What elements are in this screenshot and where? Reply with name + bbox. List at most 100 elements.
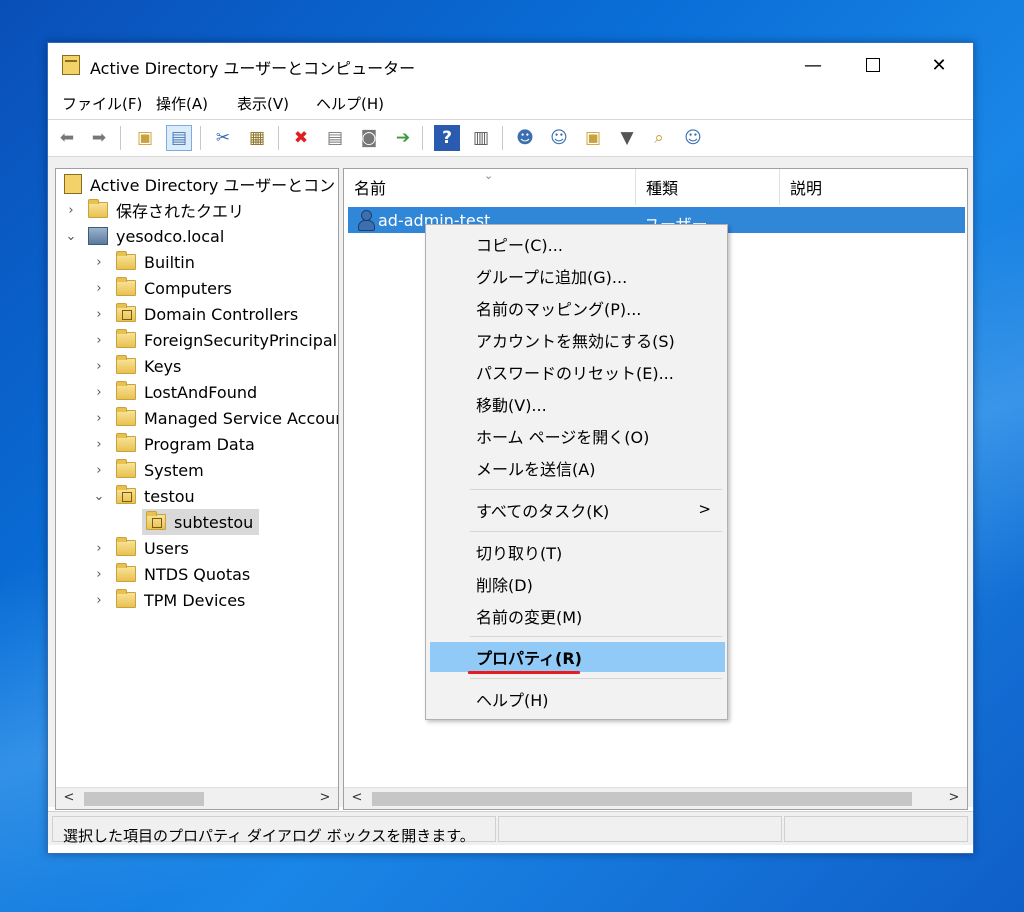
tree-item-lost-and-found[interactable]: › LostAndFound [92,379,257,405]
tree-horizontal-scrollbar[interactable]: < > [56,787,338,809]
tree-item-domain-controllers[interactable]: › Domain Controllers [92,301,298,327]
help-icon[interactable]: ? [434,125,460,151]
tree-label: Program Data [144,434,255,454]
menu-file[interactable]: ファイル(F) [62,93,142,114]
folder-icon [116,459,136,478]
menu-item-add-to-group[interactable]: グループに追加(G)... [430,261,725,291]
chevron-right-icon[interactable]: › [92,255,106,270]
menu-item-move[interactable]: 移動(V)... [430,389,725,419]
tree-item-builtin[interactable]: › Builtin [92,249,195,275]
copy-icon[interactable]: ▦ [244,125,270,151]
chevron-right-icon[interactable]: › [92,333,106,348]
tree-label: ForeignSecurityPrincipals [144,330,339,350]
menu-item-delete[interactable]: 削除(D) [430,569,725,599]
tree-item-tpm-devices[interactable]: › TPM Devices [92,587,245,613]
scroll-thumb[interactable] [372,792,912,806]
back-icon[interactable]: ⬅ [54,125,80,151]
scroll-thumb[interactable] [84,792,204,806]
tree-saved-queries[interactable]: › 保存されたクエリ [64,197,244,223]
tree-item-keys[interactable]: › Keys [92,353,181,379]
delete-icon[interactable]: ✖ [288,125,314,151]
tree-item-ntds-quotas[interactable]: › NTDS Quotas [92,561,250,587]
folder-icon [116,433,136,452]
menu-item-disable-account[interactable]: アカウントを無効にする(S) [430,325,725,355]
tree-label: Domain Controllers [144,304,299,324]
show-tree-icon[interactable]: ▤ [166,125,192,151]
column-header-type[interactable]: 種類 [636,169,780,205]
menu-item-cut[interactable]: 切り取り(T) [430,537,725,567]
new-user-icon[interactable]: ☻ [512,125,538,151]
chevron-right-icon[interactable]: › [64,203,78,218]
tree-item-system[interactable]: › System [92,457,204,483]
chevron-right-icon[interactable]: › [92,567,106,582]
tree-item-managed-service-accounts[interactable]: › Managed Service Accounts [92,405,338,431]
chevron-right-icon[interactable]: › [92,411,106,426]
context-menu: コピー(C)... グループに追加(G)... 名前のマッピング(P)... ア… [425,224,728,720]
menu-item-send-mail[interactable]: メールを送信(A) [430,453,725,483]
chevron-right-icon[interactable]: › [92,385,106,400]
chevron-right-icon[interactable]: › [92,307,106,322]
tree-item-program-data[interactable]: › Program Data [92,431,255,457]
menu-item-copy[interactable]: コピー(C)... [430,229,725,259]
cut-icon[interactable]: ✂ [210,125,236,151]
toolbar: ⬅ ➡ ▣ ▤ ✂ ▦ ✖ ▤ ◙ ➔ ? ▥ ☻ ☺ ▣ ▼ ⌕ ☺ [48,119,973,157]
column-header-name[interactable]: 名前 ⌄ [344,169,636,205]
properties-icon[interactable]: ▤ [322,125,348,151]
scroll-right-icon[interactable]: > [945,790,963,808]
menu-item-properties[interactable]: プロパティ(R) [430,642,725,672]
menu-item-help[interactable]: ヘルプ(H) [430,684,725,714]
chevron-right-icon[interactable]: › [92,541,106,556]
show-action-pane-icon[interactable]: ▥ [468,125,494,151]
sort-arrow-icon: ⌄ [484,169,494,182]
tree-item-computers[interactable]: › Computers [92,275,232,301]
menu-action[interactable]: 操作(A) [156,93,208,114]
menu-view[interactable]: 表示(V) [237,93,289,114]
new-ou-icon[interactable]: ▣ [580,125,606,151]
tree-label: Keys [144,356,182,376]
chevron-right-icon[interactable]: › [92,463,106,478]
tree-label: Users [144,538,189,558]
tree-root[interactable]: Active Directory ユーザーとコンピュー [64,171,338,197]
minimize-button[interactable]: — [790,43,836,87]
chevron-down-icon[interactable]: ⌄ [92,489,106,504]
tree-item-users[interactable]: › Users [92,535,189,561]
tree-item-subtestou[interactable]: subtestou [142,509,260,535]
new-group-icon[interactable]: ☺ [546,125,572,151]
scroll-left-icon[interactable]: < [60,790,78,808]
column-header-description[interactable]: 説明 [780,169,967,205]
tree-item-foreign-security-principals[interactable]: › ForeignSecurityPrincipals [92,327,339,353]
tree-item-testou[interactable]: ⌄ testou [92,483,195,509]
up-folder-icon[interactable]: ▣ [132,125,158,151]
chevron-right-icon[interactable]: › [92,359,106,374]
maximize-button[interactable] [850,43,896,87]
add-to-group-icon[interactable]: ☺ [680,125,706,151]
forward-icon[interactable]: ➡ [86,125,112,151]
chevron-right-icon[interactable]: › [92,281,106,296]
filter-icon[interactable]: ▼ [614,125,640,151]
chevron-down-icon[interactable]: ⌄ [64,229,78,244]
menu-item-name-mapping[interactable]: 名前のマッピング(P)... [430,293,725,323]
list-horizontal-scrollbar[interactable]: < > [344,787,967,809]
window-title: Active Directory ユーザーとコンピューター [90,59,416,78]
tree-domain[interactable]: ⌄ yesodco.local [64,223,225,249]
refresh-icon[interactable]: ◙ [356,125,382,151]
ou-folder-icon [116,303,136,322]
column-label: 説明 [790,179,823,198]
scroll-left-icon[interactable]: < [348,790,366,808]
chevron-right-icon[interactable]: › [92,437,106,452]
close-button[interactable]: ✕ [916,43,962,87]
export-icon[interactable]: ➔ [390,125,416,151]
minimize-icon: — [804,54,822,76]
find-icon[interactable]: ⌕ [646,125,672,151]
status-text: 選択した項目のプロパティ ダイアログ ボックスを開きます。 [63,827,475,845]
menu-item-open-home-page[interactable]: ホーム ページを開く(O) [430,421,725,451]
menu-separator [470,636,722,637]
scroll-right-icon[interactable]: > [316,790,334,808]
menu-item-reset-password[interactable]: パスワードのリセット(E)... [430,357,725,387]
menu-help[interactable]: ヘルプ(H) [316,93,384,114]
menu-item-all-tasks[interactable]: すべてのタスク(K) > [430,495,725,525]
tree-label: yesodco.local [116,226,225,246]
chevron-right-icon[interactable]: › [92,593,106,608]
ou-folder-icon [146,511,166,530]
menu-item-rename[interactable]: 名前の変更(M) [430,601,725,631]
